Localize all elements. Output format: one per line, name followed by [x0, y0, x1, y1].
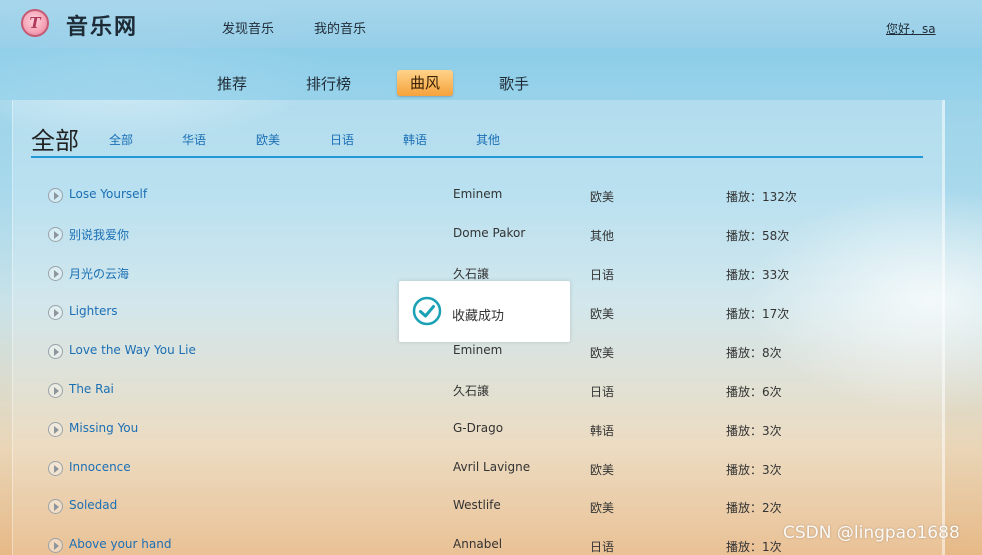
toast-message: 收藏成功 [452, 309, 505, 324]
song-play-count: 播放：2次 [726, 501, 782, 515]
song-artist: Eminem [453, 187, 503, 201]
song-row: The Rai 久石譲 日语 播放：6次 [48, 381, 918, 403]
check-circle-icon [412, 296, 442, 326]
play-icon[interactable] [48, 383, 63, 398]
song-region: 日语 [590, 268, 615, 282]
nav-discover-music[interactable]: 发现音乐 [222, 18, 274, 37]
category-divider [31, 156, 923, 158]
play-icon[interactable] [48, 538, 63, 553]
song-title-link[interactable]: Soledad [69, 498, 117, 512]
logo-icon[interactable]: T [21, 9, 49, 37]
song-region: 欧美 [590, 346, 615, 360]
song-row: Soledad Westlife 欧美 播放：2次 [48, 497, 918, 519]
song-play-count: 播放：17次 [726, 307, 790, 321]
play-icon[interactable] [48, 422, 63, 437]
song-artist: 久石譲 [453, 384, 490, 398]
play-icon[interactable] [48, 188, 63, 203]
top-header: T 音乐网 发现音乐 我的音乐 您好，sa [0, 0, 982, 48]
filter-western[interactable]: 欧美 [256, 131, 280, 148]
song-play-count: 播放：6次 [726, 385, 782, 399]
song-region: 欧美 [590, 307, 615, 321]
song-artist: Dome Pakor [453, 226, 526, 240]
song-title-link[interactable]: 月光の云海 [69, 265, 129, 282]
song-artist: Westlife [453, 498, 501, 512]
song-title-link[interactable]: Lighters [69, 304, 118, 318]
song-play-count: 播放：3次 [726, 463, 782, 477]
song-artist: G-Drago [453, 421, 504, 435]
song-region: 欧美 [590, 501, 615, 515]
app-title[interactable]: 音乐网 [66, 9, 138, 41]
nav-my-music[interactable]: 我的音乐 [314, 18, 366, 37]
song-play-count: 播放：33次 [726, 268, 790, 282]
song-artist: Annabel [453, 537, 503, 551]
filter-japanese[interactable]: 日语 [330, 131, 354, 148]
play-icon[interactable] [48, 499, 63, 514]
watermark-text: CSDN @lingpao1688 [783, 523, 960, 543]
song-title-link[interactable]: Innocence [69, 460, 131, 474]
success-toast: 收藏成功 [399, 281, 570, 342]
play-icon[interactable] [48, 305, 63, 320]
song-title-link[interactable]: Lose Yourself [69, 187, 147, 201]
user-greeting-link[interactable]: 您好，sa [886, 20, 936, 37]
filter-chinese[interactable]: 华语 [182, 131, 206, 148]
category-title: 全部 [31, 127, 79, 155]
song-row: Innocence Avril Lavigne 欧美 播放：3次 [48, 459, 918, 481]
filter-all[interactable]: 全部 [109, 131, 133, 148]
tab-recommend[interactable]: 推荐 [217, 73, 247, 94]
song-title-link[interactable]: The Rai [69, 382, 114, 396]
song-region: 日语 [590, 385, 615, 399]
song-artist: Eminem [453, 343, 503, 357]
song-row: Lose Yourself Eminem 欧美 播放：132次 [48, 186, 918, 208]
song-region: 韩语 [590, 424, 615, 438]
song-title-link[interactable]: Above your hand [69, 537, 171, 551]
song-row: 别说我爱你 Dome Pakor 其他 播放：58次 [48, 225, 918, 247]
song-region: 欧美 [590, 463, 615, 477]
play-icon[interactable] [48, 227, 63, 242]
tab-genre[interactable]: 曲风 [397, 70, 453, 96]
play-icon[interactable] [48, 461, 63, 476]
song-title-link[interactable]: Missing You [69, 421, 138, 435]
tab-charts[interactable]: 排行榜 [306, 73, 351, 94]
song-region: 欧美 [590, 190, 615, 204]
song-play-count: 播放：1次 [726, 540, 782, 554]
song-title-link[interactable]: 别说我爱你 [69, 226, 129, 243]
song-play-count: 播放：8次 [726, 346, 782, 360]
song-artist: Avril Lavigne [453, 460, 531, 474]
play-icon[interactable] [48, 266, 63, 281]
song-title-link[interactable]: Love the Way You Lie [69, 343, 196, 357]
song-artist: 久石譲 [453, 267, 490, 281]
filter-other[interactable]: 其他 [476, 131, 500, 148]
play-icon[interactable] [48, 344, 63, 359]
song-play-count: 播放：3次 [726, 424, 782, 438]
song-region: 其他 [590, 229, 615, 243]
song-play-count: 播放：58次 [726, 229, 790, 243]
filter-korean[interactable]: 韩语 [403, 131, 427, 148]
song-row: Missing You G-Drago 韩语 播放：3次 [48, 420, 918, 442]
song-row: Love the Way You Lie Eminem 欧美 播放：8次 [48, 342, 918, 364]
tab-singers[interactable]: 歌手 [499, 73, 529, 94]
song-region: 日语 [590, 540, 615, 554]
sub-navigation: 推荐 排行榜 曲风 歌手 [0, 48, 982, 100]
song-play-count: 播放：132次 [726, 190, 797, 204]
